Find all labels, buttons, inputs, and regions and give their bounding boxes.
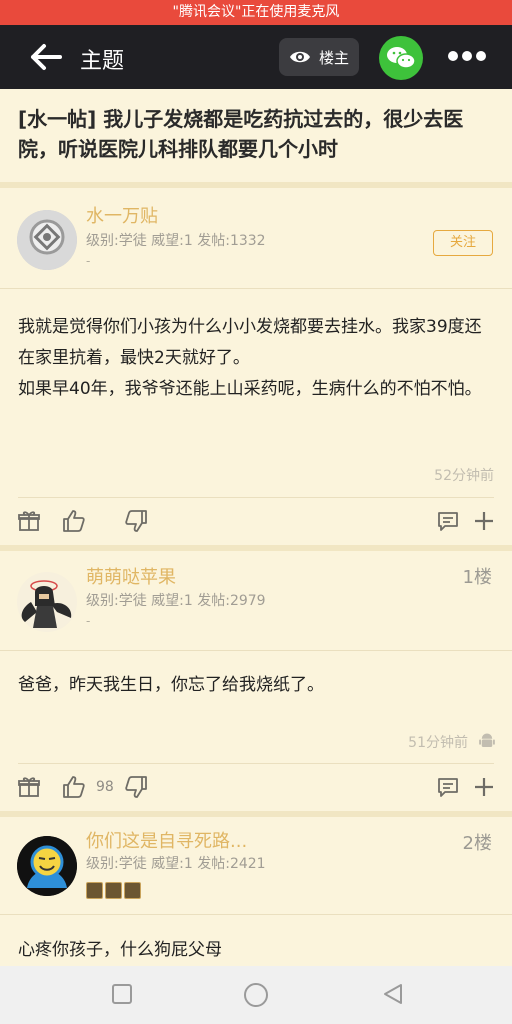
page-title: 主题	[80, 49, 125, 74]
wechat-share-button[interactable]	[379, 36, 423, 80]
user-meta: 级别:学徒 威望:1 发帖:2979	[86, 593, 266, 609]
like-count: 98	[96, 779, 114, 795]
username[interactable]: 你们这是自寻死路...	[86, 827, 247, 853]
floor-number: 2楼	[462, 833, 492, 854]
square-icon[interactable]	[110, 982, 134, 1006]
avatar[interactable]	[17, 210, 77, 270]
user-badges	[86, 882, 143, 903]
user-meta: 级别:学徒 威望:1 发帖:1332	[86, 233, 266, 249]
hooded-figure-avatar-icon	[21, 580, 72, 628]
post-paragraph: 心疼你孩子，什么狗屁父母	[18, 940, 222, 960]
thumbs-up-icon[interactable]	[62, 775, 86, 799]
thumbs-down-icon[interactable]	[124, 509, 148, 533]
floor-number: 1楼	[462, 567, 492, 588]
thread-page: "腾讯会议"正在使用麦克风 主题 楼主 [水一帖] 我儿子发烧都是吃药抗过去的，…	[0, 0, 512, 1024]
system-nav-bar	[0, 966, 512, 1024]
medal-badge-icon	[86, 882, 103, 899]
username[interactable]: 水一万贴	[86, 202, 158, 228]
gift-icon[interactable]	[17, 509, 41, 533]
plus-icon[interactable]	[472, 509, 496, 533]
arrow-left-icon[interactable]	[30, 43, 62, 71]
thumbs-down-icon[interactable]	[124, 775, 148, 799]
post-paragraph: 爸爸，昨天我生日，你忘了给我烧纸了。	[18, 675, 324, 695]
circle-icon[interactable]	[243, 982, 269, 1008]
top-nav-bar: 主题 楼主	[0, 25, 512, 89]
divider	[0, 182, 512, 188]
triangle-back-icon[interactable]	[381, 982, 405, 1006]
more-dots-icon[interactable]	[446, 49, 488, 63]
gift-icon[interactable]	[17, 775, 41, 799]
post-time: 51分钟前	[408, 735, 468, 751]
post-content: 我就是觉得你们小孩为什么小小发烧都要去挂水。我家39度还在家里抗着，最快2天就好…	[18, 312, 496, 405]
wechat-icon	[387, 47, 416, 69]
comment-icon[interactable]	[436, 775, 460, 799]
post-content: 爸爸，昨天我生日，你忘了给我烧纸了。	[18, 670, 496, 701]
smiley-avatar-icon	[17, 836, 77, 896]
divider	[0, 650, 512, 651]
user-meta: 级别:学徒 威望:1 发帖:2421	[86, 856, 266, 872]
avatar[interactable]	[17, 572, 77, 632]
follow-button[interactable]: 关注	[433, 230, 493, 256]
post-paragraph: 如果早40年，我爷爷还能上山采药呢，生病什么的不怕不怕。	[18, 379, 482, 399]
thumbs-up-icon[interactable]	[62, 509, 86, 533]
user-signature: -	[86, 614, 91, 628]
post-content: 心疼你孩子，什么狗屁父母	[18, 935, 496, 966]
username[interactable]: 萌萌哒苹果	[86, 563, 176, 589]
post-paragraph: 我就是觉得你们小孩为什么小小发烧都要去挂水。我家39度还在家里抗着，最快2天就好…	[18, 317, 482, 368]
android-icon	[479, 733, 495, 747]
op-only-button[interactable]: 楼主	[279, 38, 359, 76]
mic-in-use-banner[interactable]: "腾讯会议"正在使用麦克风	[0, 0, 512, 25]
thread-title: [水一帖] 我儿子发烧都是吃药抗过去的，很少去医院，听说医院儿科排队都要几个小时	[18, 107, 464, 161]
plus-icon[interactable]	[472, 775, 496, 799]
divider	[0, 914, 512, 915]
medal-badge-icon	[105, 882, 122, 899]
divider	[0, 811, 512, 817]
post-time: 52分钟前	[434, 468, 494, 484]
divider	[18, 763, 494, 764]
op-only-label: 楼主	[319, 49, 350, 67]
default-avatar-icon	[17, 210, 77, 270]
comment-icon[interactable]	[436, 509, 460, 533]
divider	[0, 545, 512, 551]
medal-badge-icon	[124, 882, 141, 899]
divider	[0, 288, 512, 289]
avatar[interactable]	[17, 836, 77, 896]
user-signature: -	[86, 254, 91, 268]
divider	[18, 497, 494, 498]
eye-icon	[290, 51, 310, 63]
